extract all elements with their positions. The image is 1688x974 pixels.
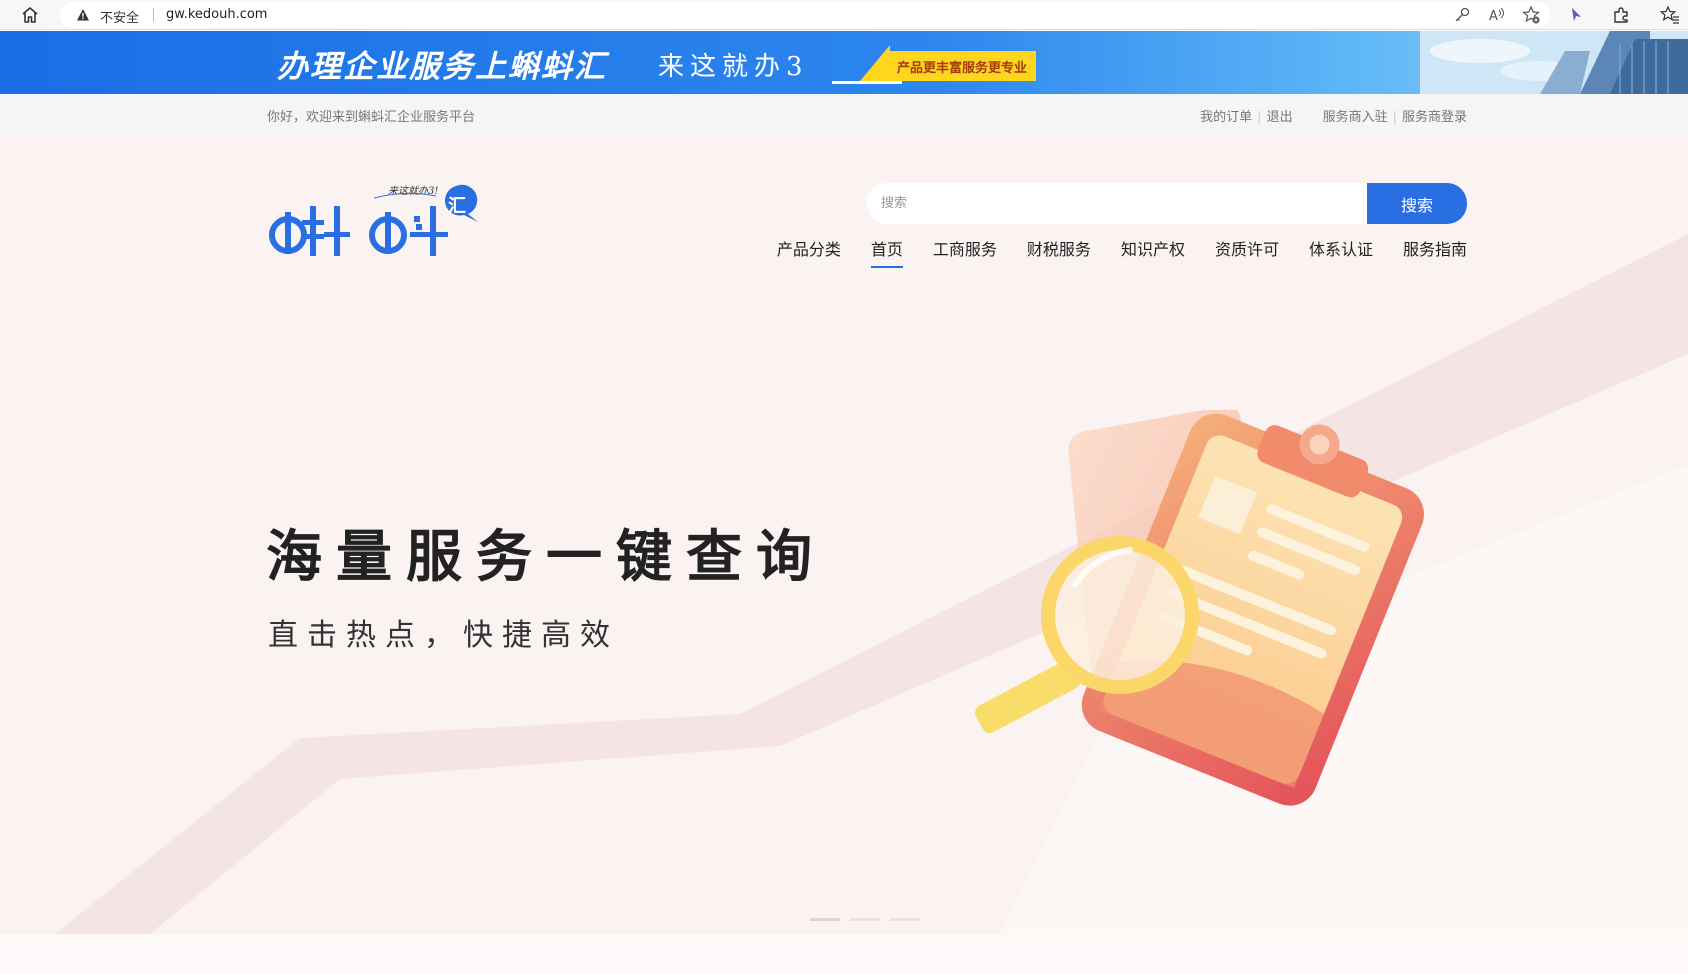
nav-item-qualification-license[interactable]: 资质许可: [1215, 236, 1279, 268]
promo-sub-text: 来这就办3: [658, 52, 809, 82]
bottom-strip: [0, 934, 1688, 974]
promo-banner[interactable]: 办理企业服务上蝌蚪汇 来这就办3 产品更丰富服务更专业: [0, 31, 1688, 94]
nav-item-service-guide[interactable]: 服务指南: [1403, 236, 1467, 268]
address-divider: [153, 8, 154, 22]
carousel-dot[interactable]: [810, 918, 840, 921]
clipboard-magnifier-illustration: [975, 410, 1424, 806]
browser-toolbar: 不安全 gw.kedouh.com A: [0, 0, 1688, 30]
nav-item-product-category[interactable]: 产品分类: [777, 236, 841, 268]
welcome-text: 你好，欢迎来到蝌蚪汇企业服务平台: [267, 110, 476, 125]
carousel-dot[interactable]: [890, 918, 920, 921]
nav-item-home[interactable]: 首页: [870, 236, 903, 268]
buildings-image: [1420, 31, 1688, 94]
top-links: 我的订单 | 退出 服务商入驻 | 服务商登录: [1200, 106, 1467, 125]
carousel-dot[interactable]: [850, 918, 880, 921]
warning-icon[interactable]: [76, 8, 90, 22]
site-logo[interactable]: 来这就办3! 汇: [266, 180, 496, 270]
link-separator: |: [1392, 110, 1397, 125]
provider-login-link[interactable]: 服务商登录: [1402, 106, 1467, 125]
main-nav: 产品分类 首页 工商服务 财税服务 知识产权 资质许可 体系认证 服务指南: [777, 236, 1467, 268]
logout-link[interactable]: 退出: [1267, 106, 1293, 125]
top-info-bar: 你好，欢迎来到蝌蚪汇企业服务平台 我的订单 | 退出 服务商入驻 | 服务商登录: [0, 94, 1688, 134]
promo-tag-text: 产品更丰富服务更专业: [896, 61, 1027, 76]
promo-tag: 产品更丰富服务更专业: [888, 51, 1036, 81]
carousel-indicator: [810, 918, 920, 921]
nav-item-system-certification[interactable]: 体系认证: [1309, 236, 1373, 268]
copilot-icon[interactable]: [1566, 5, 1586, 25]
url-text[interactable]: gw.kedouh.com: [166, 7, 267, 22]
provider-join-link[interactable]: 服务商入驻: [1323, 106, 1388, 125]
search-button[interactable]: 搜索: [1367, 183, 1467, 224]
search-input[interactable]: [867, 183, 1367, 224]
promo-tag-arrow: [860, 45, 890, 81]
key-icon[interactable]: [1452, 5, 1472, 25]
svg-text:A: A: [1489, 9, 1498, 24]
favorites-icon[interactable]: [1660, 5, 1680, 25]
my-orders-link[interactable]: 我的订单: [1200, 106, 1252, 125]
read-aloud-icon[interactable]: A: [1487, 5, 1507, 25]
promo-main-text: 办理企业服务上蝌蚪汇: [277, 49, 607, 85]
link-separator: |: [1257, 110, 1262, 125]
home-icon[interactable]: [20, 5, 40, 25]
nav-item-finance-tax[interactable]: 财税服务: [1027, 236, 1091, 268]
svg-text:汇: 汇: [448, 196, 466, 217]
address-bar[interactable]: 不安全 gw.kedouh.com: [60, 2, 1550, 28]
nav-item-business-services[interactable]: 工商服务: [933, 236, 997, 268]
promo-underline: [832, 81, 902, 84]
extensions-icon[interactable]: [1611, 5, 1631, 25]
insecure-label[interactable]: 不安全: [100, 7, 139, 26]
favorite-add-icon[interactable]: [1521, 5, 1541, 25]
hero-subtitle: 直击热点，快捷高效: [268, 618, 619, 653]
nav-item-intellectual-property[interactable]: 知识产权: [1121, 236, 1185, 268]
hero-title: 海量服务一键查询: [266, 525, 826, 590]
